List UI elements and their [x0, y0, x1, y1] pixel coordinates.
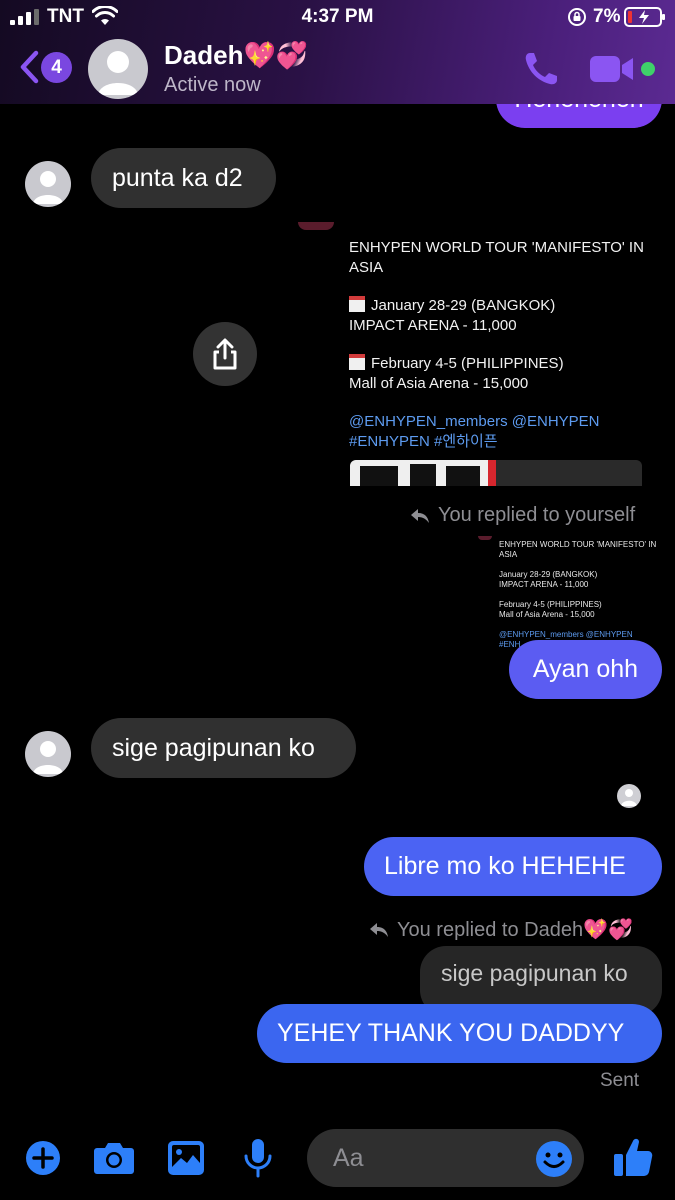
microphone-icon[interactable] — [243, 1138, 273, 1178]
phone-icon[interactable] — [521, 49, 561, 89]
unread-count-badge: 4 — [41, 52, 72, 83]
message-bubble-incoming[interactable]: sige pagipunan ko — [91, 718, 356, 778]
post-text-line: Mall of Asia Arena - 15,000 — [499, 610, 595, 619]
contact-status: Active now — [164, 74, 261, 96]
rotation-lock-icon — [568, 8, 586, 26]
message-text: YEHEY THANK YOU DADDYY — [277, 1019, 625, 1047]
battery-percent: 7% — [593, 6, 621, 27]
reply-arrow-icon — [411, 508, 429, 523]
shared-post-card[interactable]: ENHYPEN WORLD TOUR 'MANIFESTO' IN ASIA J… — [338, 224, 648, 486]
contact-avatar[interactable] — [88, 39, 148, 99]
post-text-line: ENHYPEN WORLD TOUR 'MANIFESTO' IN — [349, 239, 644, 256]
emoji-icon[interactable] — [535, 1140, 573, 1178]
reply-note-text: You replied to yourself — [438, 504, 636, 526]
message-bubble-outgoing[interactable]: YEHEY THANK YOU DADDYY — [257, 1004, 662, 1063]
message-text: Ayan ohh — [532, 655, 639, 683]
default-avatar-icon — [98, 51, 138, 95]
message-list[interactable]: Heheheheh punta ka d2 ENHYPEN WORLD TOUR… — [0, 70, 675, 1104]
default-avatar-icon — [33, 171, 63, 204]
post-text-line: Mall of Asia Arena - 15,000 — [349, 375, 529, 392]
post-text-line: ASIA — [499, 550, 518, 559]
video-icon[interactable] — [589, 54, 635, 84]
message-text: sige pagipunan ko — [112, 733, 315, 762]
thumbs-up-icon[interactable] — [613, 1136, 653, 1178]
image-icon[interactable] — [167, 1140, 205, 1176]
post-text-line: IMPACT ARENA - 11,000 — [349, 317, 517, 334]
calendar-icon — [349, 296, 365, 312]
online-indicator — [641, 62, 655, 76]
post-text-line: IMPACT ARENA - 11,000 — [499, 580, 589, 589]
contact-name[interactable]: Dadeh💖💞 — [164, 40, 308, 71]
quoted-message-text: sige pagipunan ko — [441, 960, 628, 986]
post-text-line: ASIA — [349, 259, 384, 276]
chat-header: TNT 4:37 PM 7% 4 Dadeh💖💞 Active now — [0, 0, 675, 104]
camera-icon[interactable] — [93, 1141, 135, 1175]
reply-note-text: You replied to Dadeh💖💞 — [397, 919, 633, 941]
post-text-line: January 28-29 (BANGKOK) — [499, 570, 598, 579]
message-text: punta ka d2 — [112, 163, 243, 192]
back-chevron-icon — [20, 50, 39, 84]
share-icon — [213, 338, 237, 370]
post-text-line: February 4-5 (PHILIPPINES) — [371, 355, 564, 372]
message-bubble-outgoing[interactable]: Libre mo ko HEHEHE — [364, 837, 662, 896]
reply-context-note: You replied to yourself — [410, 504, 635, 527]
message-bubble-outgoing[interactable]: Ayan ohh — [509, 640, 662, 699]
default-avatar-icon — [33, 741, 63, 774]
reply-arrow-icon — [370, 922, 388, 937]
sender-avatar[interactable] — [25, 161, 71, 207]
sent-status: Sent — [600, 1070, 640, 1091]
plus-icon[interactable] — [25, 1140, 61, 1176]
post-hashtags[interactable]: #ENHYPEN #엔하이픈 — [349, 432, 644, 452]
post-image-thumbnail[interactable] — [350, 460, 642, 486]
reply-context-note: You replied to Dadeh💖💞 — [369, 917, 633, 942]
post-text-line: ENHYPEN WORLD TOUR 'MANIFESTO' IN — [499, 540, 657, 549]
post-link[interactable]: @ENHYPEN_members @ENHYPEN — [349, 412, 644, 432]
sender-avatar[interactable] — [25, 731, 71, 777]
read-receipt-avatar — [617, 784, 641, 808]
shared-post-edge — [298, 222, 334, 230]
battery-icon — [624, 7, 665, 27]
post-link: @ENHYPEN_members @ENHYPEN — [499, 630, 633, 639]
message-bubble-incoming[interactable]: punta ka d2 — [91, 148, 276, 208]
post-text-line: January 28-29 (BANGKOK) — [371, 297, 556, 314]
calendar-icon — [349, 354, 365, 370]
post-text-line: February 4-5 (PHILIPPINES) — [499, 600, 602, 609]
back-button[interactable]: 4 — [14, 46, 76, 90]
share-button[interactable] — [193, 322, 257, 386]
message-text: Libre mo ko HEHEHE — [384, 852, 626, 880]
default-avatar-icon — [621, 789, 637, 806]
message-composer — [0, 1104, 675, 1200]
